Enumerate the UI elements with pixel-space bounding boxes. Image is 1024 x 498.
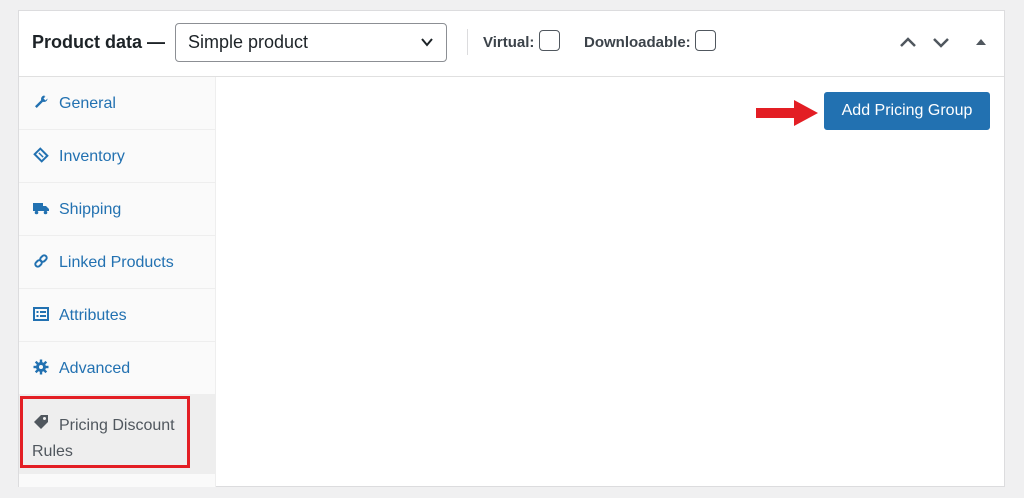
tab-label: Advanced xyxy=(59,360,131,377)
product-type-value: Simple product xyxy=(188,32,309,52)
virtual-label: Virtual: xyxy=(483,34,535,51)
tab-label: Attributes xyxy=(59,307,127,324)
panel-header: Product data — Simple product Virtual: D… xyxy=(19,11,1004,77)
tab-attributes[interactable]: Attributes xyxy=(19,289,216,342)
wrench-icon xyxy=(35,95,48,108)
downloadable-checkbox[interactable] xyxy=(695,30,716,51)
tab-shipping[interactable]: Shipping xyxy=(19,183,216,236)
red-arrow-annotation xyxy=(756,100,818,126)
add-pricing-group-button[interactable]: Add Pricing Group xyxy=(824,92,990,130)
tab-linked-products[interactable]: Linked Products xyxy=(19,236,216,289)
chevron-down-icon[interactable] xyxy=(932,35,950,49)
inventory-tag-icon xyxy=(33,147,49,163)
collapse-triangle-icon[interactable] xyxy=(975,35,987,49)
tab-inventory[interactable]: Inventory xyxy=(19,130,216,183)
chevron-up-icon[interactable] xyxy=(899,35,917,49)
virtual-checkbox[interactable] xyxy=(539,30,560,51)
tab-label: Shipping xyxy=(59,201,122,218)
list-icon xyxy=(33,307,49,321)
tab-label: Inventory xyxy=(59,148,125,165)
chevron-down-icon xyxy=(421,38,433,47)
tab-general[interactable]: General xyxy=(19,77,216,130)
gear-icon xyxy=(33,359,49,375)
tab-advanced[interactable]: Advanced xyxy=(19,342,216,395)
product-type-select[interactable]: Simple product xyxy=(175,23,447,62)
downloadable-label: Downloadable: xyxy=(584,34,691,51)
truck-icon xyxy=(33,203,49,215)
tab-label: Linked Products xyxy=(59,254,174,271)
header-divider xyxy=(467,29,468,55)
highlight-box xyxy=(20,396,190,468)
link-icon xyxy=(34,254,48,268)
tab-label: General xyxy=(59,95,116,112)
product-data-panel: Product data — Simple product Virtual: D… xyxy=(18,10,1005,487)
panel-title: Product data — xyxy=(32,32,166,52)
